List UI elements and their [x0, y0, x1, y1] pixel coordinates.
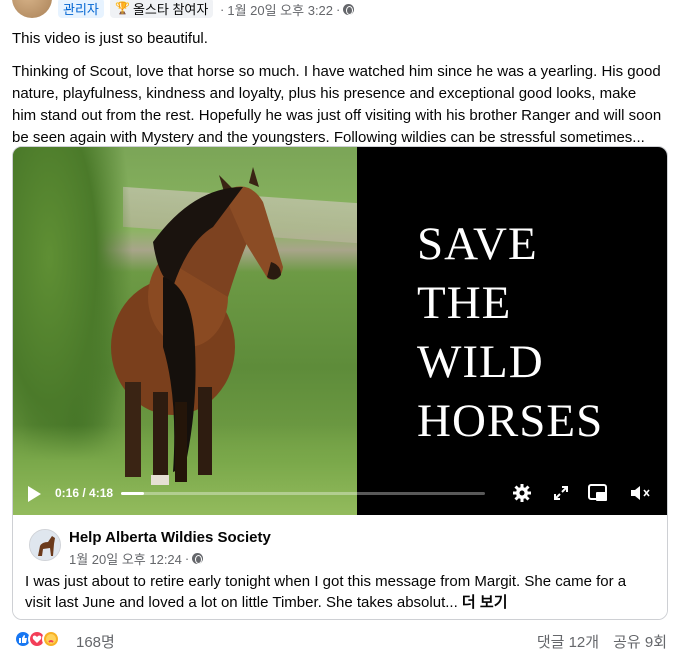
- shared-post-excerpt: I was just about to retire early tonight…: [25, 573, 627, 611]
- slogan-line: THE: [417, 277, 512, 329]
- comment-count[interactable]: 댓글 12개: [537, 631, 599, 652]
- slogan-text: SAVE THE WILD HORSES: [417, 215, 603, 451]
- dot-separator: ·: [336, 2, 341, 17]
- allstar-badge: 🏆 올스타 참여자: [110, 0, 214, 18]
- care-reaction-icon: [42, 630, 60, 648]
- dot-separator: ·: [220, 2, 225, 17]
- post-paragraph: This video is just so beautiful.: [12, 30, 208, 47]
- trophy-icon: 🏆: [115, 1, 130, 15]
- reaction-count[interactable]: 168명: [76, 631, 115, 652]
- post-body: This video is just so beautiful. Thinkin…: [12, 28, 662, 160]
- muted-speaker-icon[interactable]: [629, 482, 651, 504]
- duration: 4:18: [89, 486, 114, 500]
- shared-post-timestamp[interactable]: 1월 20일 오후 12:24: [69, 549, 182, 568]
- time-separator: /: [79, 486, 90, 500]
- admin-badge-label: 관리자: [63, 1, 99, 17]
- author-avatar[interactable]: [12, 0, 52, 18]
- allstar-badge-label: 올스타 참여자: [132, 1, 209, 17]
- video-controls: 0:16 / 4:18: [13, 477, 667, 511]
- page-avatar[interactable]: [29, 529, 61, 561]
- slogan-line: WILD: [417, 336, 544, 388]
- page-name[interactable]: Help Alberta Wildies Society: [69, 529, 271, 546]
- progress-bar[interactable]: [121, 492, 485, 495]
- share-count[interactable]: 공유 9회: [613, 631, 667, 652]
- engagement-counts: 댓글 12개 공유 9회: [537, 631, 667, 652]
- shared-post-meta: 1월 20일 오후 12:24 ·: [69, 549, 204, 568]
- video-time: 0:16 / 4:18: [55, 486, 113, 500]
- video-player[interactable]: SAVE THE WILD HORSES 0:16 / 4:18: [13, 147, 667, 515]
- picture-in-picture-icon[interactable]: [587, 482, 609, 504]
- current-time: 0:16: [55, 486, 80, 500]
- shared-post-info[interactable]: Help Alberta Wildies Society 1월 20일 오후 1…: [13, 515, 667, 619]
- dot-separator: ·: [184, 551, 190, 566]
- globe-icon: [192, 553, 204, 564]
- see-more-link[interactable]: 더 보기: [462, 594, 508, 611]
- post-paragraph: Thinking of Scout, love that horse so mu…: [12, 63, 662, 146]
- horse-photo: [13, 147, 357, 515]
- fullscreen-icon[interactable]: [550, 482, 572, 504]
- play-icon[interactable]: [28, 486, 41, 502]
- slogan-line: HORSES: [417, 395, 604, 447]
- slogan-line: SAVE: [417, 218, 538, 270]
- shared-video-card[interactable]: SAVE THE WILD HORSES 0:16 / 4:18 Help Al…: [12, 146, 668, 620]
- horse-image: [111, 167, 283, 485]
- reactions[interactable]: [14, 630, 60, 648]
- post-footer: 168명 댓글 12개 공유 9회: [0, 624, 679, 654]
- post-meta: · 1월 20일 오후 3:22 ·: [220, 0, 355, 19]
- globe-icon: [343, 4, 355, 15]
- shared-post-text: I was just about to retire early tonight…: [25, 571, 655, 613]
- admin-badge: 관리자: [58, 0, 104, 18]
- settings-gear-icon[interactable]: [511, 482, 533, 504]
- progress-fill: [121, 492, 144, 495]
- post-timestamp[interactable]: 1월 20일 오후 3:22: [227, 0, 333, 19]
